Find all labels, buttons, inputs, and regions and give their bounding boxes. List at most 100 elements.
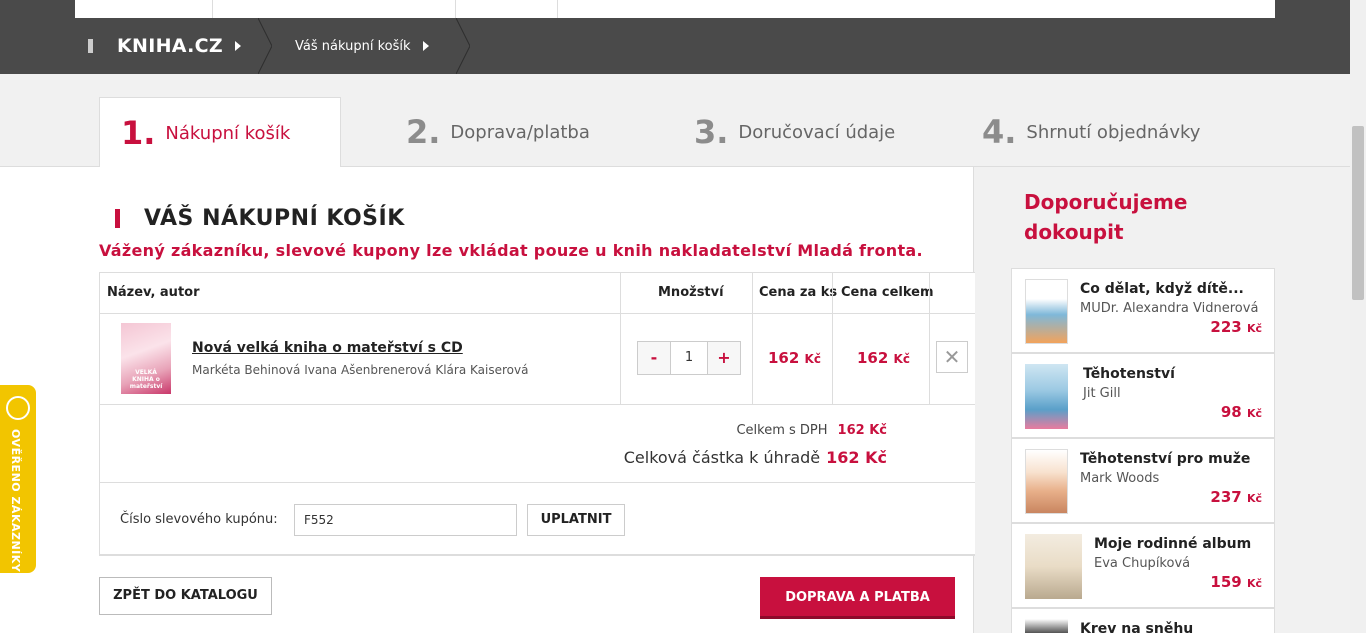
recommended-author: Mark Woods	[1080, 471, 1160, 486]
step-delivery[interactable]: 3. Doručovací údaje	[694, 97, 895, 167]
step-label: Shrnutí objednávky	[1026, 121, 1201, 143]
recommended-title: Krev na sněhu	[1080, 621, 1194, 633]
total-with-vat-value: 162 Kč	[837, 423, 887, 438]
step-summary[interactable]: 4. Shrnutí objednávky	[982, 97, 1200, 167]
book-cover	[1025, 534, 1082, 599]
book-cover	[1025, 619, 1068, 633]
total-with-vat: Celkem s DPH 162 Kč	[736, 423, 887, 438]
col-divider	[620, 314, 621, 404]
recommended-title: Těhotenství	[1083, 366, 1175, 382]
quantity-decrease-button[interactable]: -	[638, 342, 670, 374]
book-cover	[1025, 364, 1068, 429]
nav-divider	[455, 0, 456, 18]
step-number: 4.	[982, 113, 1017, 151]
col-divider	[929, 273, 930, 313]
book-cover[interactable]: VELKÁ KNIHA o mateřství	[121, 323, 171, 394]
step-cart[interactable]: 1. Nákupní košík	[99, 97, 341, 168]
coupon-notice: Vážený zákazníku, slevové kupony lze vkl…	[99, 241, 923, 260]
currency: Kč	[893, 352, 910, 366]
quantity-increase-button[interactable]: +	[708, 342, 740, 374]
quantity-input[interactable]: 1	[670, 342, 708, 374]
unit-price: 162 Kč	[768, 349, 821, 367]
recommended-item[interactable]: Těhotenství Jit Gill 98 Kč	[1011, 353, 1275, 438]
step-label: Doručovací údaje	[738, 121, 896, 143]
cart-totals: Celkem s DPH 162 Kč Celková částka k úhra…	[100, 405, 975, 483]
recommendations-title: Doporučujeme dokoupit	[1024, 190, 1188, 244]
scrollbar[interactable]	[1350, 0, 1366, 633]
page-title: VÁŠ NÁKUPNÍ KOŠÍK	[115, 206, 405, 231]
col-divider	[620, 273, 621, 313]
currency: Kč	[1246, 322, 1262, 335]
currency: Kč	[804, 352, 821, 366]
cart-table: Název, autor Množství Cena za ks Cena ce…	[99, 272, 975, 556]
nav-divider	[212, 0, 213, 18]
unit-price-value: 162	[768, 349, 800, 367]
chevron-right-icon	[235, 41, 241, 51]
recommended-item[interactable]: Moje rodinné album Eva Chupíková 159 Kč	[1011, 523, 1275, 608]
title-bar	[115, 209, 120, 228]
recommended-item[interactable]: Těhotenství pro muže Mark Woods 237 Kč	[1011, 438, 1275, 523]
breadcrumb-cart-label: Váš nákupní košík	[295, 38, 411, 54]
recommended-author: MUDr. Alexandra Vidnerová	[1080, 301, 1259, 316]
grand-total-value: 162 Kč	[826, 448, 887, 467]
site-logo[interactable]: KNIHA.CZ	[117, 35, 223, 57]
chevron-right-icon	[422, 41, 429, 51]
step-number: 2.	[406, 113, 441, 151]
book-cover	[1025, 449, 1068, 514]
book-cover-text: VELKÁ KNIHA o mateřství	[129, 369, 163, 390]
recommended-title: Moje rodinné album	[1094, 536, 1252, 552]
step-number: 3.	[694, 113, 729, 151]
recommended-price-value: 159	[1210, 573, 1242, 591]
book-cover	[1025, 279, 1068, 344]
coupon-label: Číslo slevového kupónu:	[120, 512, 278, 527]
col-total-price: Cena celkem	[841, 285, 934, 300]
col-divider	[929, 314, 930, 404]
recommended-price-value: 98	[1220, 403, 1242, 421]
recommended-author: Jit Gill	[1083, 386, 1121, 401]
verified-badge-text: OVĚŘENO ZÁKAZNÍKY	[9, 429, 22, 573]
remove-item-button[interactable]: ✕	[936, 341, 968, 373]
verified-icon	[6, 396, 30, 420]
col-divider	[752, 273, 753, 313]
recommended-price: 159 Kč	[1210, 573, 1262, 591]
currency: Kč	[1246, 407, 1262, 420]
cart-table-header: Název, autor Množství Cena za ks Cena ce…	[100, 273, 975, 314]
coupon-input[interactable]: F552	[294, 504, 517, 536]
col-qty: Množství	[658, 285, 724, 300]
recommended-price: 237 Kč	[1210, 488, 1262, 506]
book-authors: Markéta Behinová Ivana Ašenbrenerová Klá…	[192, 363, 529, 377]
recommended-author: Eva Chupíková	[1094, 556, 1191, 571]
total-price-value: 162	[857, 349, 889, 367]
step-number: 1.	[121, 114, 156, 152]
col-divider	[752, 314, 753, 404]
breadcrumb-divider	[258, 18, 272, 74]
verified-badge[interactable]: OVĚŘENO ZÁKAZNÍKY	[0, 385, 36, 573]
recommended-item[interactable]: Co dělat, když dítě... MUDr. Alexandra V…	[1011, 268, 1275, 353]
back-to-catalog-button[interactable]: ZPĚT DO KATALOGU	[99, 577, 272, 615]
col-divider	[832, 314, 833, 404]
close-icon: ✕	[943, 345, 961, 369]
breadcrumb-home[interactable]: KNIHA.CZ	[88, 18, 241, 74]
checkout-steps: 1. Nákupní košík 2. Doprava/platba 3. Do…	[0, 74, 1350, 168]
grand-total: Celková částka k úhradě 162 Kč	[624, 448, 887, 467]
breadcrumb-cart[interactable]: Váš nákupní košík	[295, 18, 429, 74]
apply-coupon-button[interactable]: UPLATNIT	[527, 504, 625, 536]
currency: Kč	[1246, 577, 1262, 590]
book-title-link[interactable]: Nová velká kniha o mateřství s CD	[192, 340, 463, 356]
currency: Kč	[1246, 492, 1262, 505]
recommended-price: 98 Kč	[1221, 403, 1262, 421]
total-with-vat-label: Celkem s DPH	[736, 423, 828, 438]
coupon-section: Číslo slevového kupónu: F552 UPLATNIT	[100, 483, 975, 555]
recommended-price: 223 Kč	[1210, 318, 1262, 336]
col-unit-price: Cena za ks	[759, 285, 838, 300]
recommended-title: Těhotenství pro muže	[1080, 451, 1251, 467]
nav-divider	[557, 0, 558, 18]
shipping-payment-button[interactable]: DOPRAVA A PLATBA	[760, 577, 955, 619]
step-shipping[interactable]: 2. Doprava/platba	[406, 97, 590, 167]
recommended-item[interactable]: Krev na sněhu	[1011, 608, 1275, 633]
recommended-price-value: 223	[1210, 318, 1242, 336]
scrollbar-thumb[interactable]	[1352, 126, 1364, 300]
page-title-text: VÁŠ NÁKUPNÍ KOŠÍK	[144, 206, 405, 231]
step-label: Nákupní košík	[165, 122, 291, 144]
col-divider	[832, 273, 833, 313]
